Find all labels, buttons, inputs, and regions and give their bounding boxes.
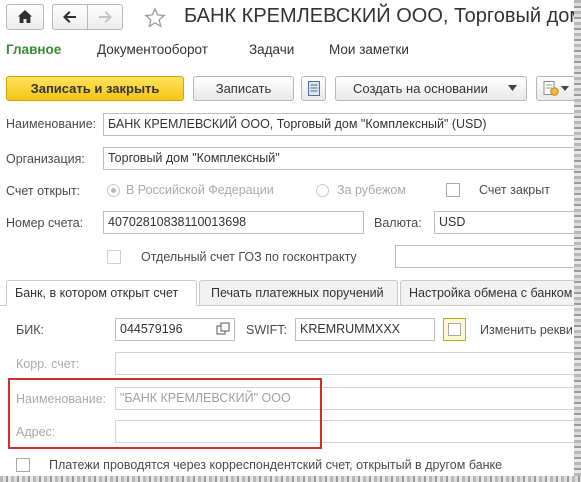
torn-edge-bottom — [0, 476, 581, 482]
home-button[interactable] — [6, 4, 44, 30]
swift-field[interactable]: KREMRUMMXXX — [295, 318, 435, 341]
list-icon — [307, 81, 320, 96]
radio-abroad[interactable] — [316, 184, 329, 197]
correspondent-account-label: Платежи проводятся через корреспондентск… — [49, 458, 503, 472]
goz-checkbox[interactable] — [107, 250, 121, 264]
menu-item-tasks[interactable]: Задачи — [249, 42, 294, 57]
form-window: БАНК КРЕМЛЕВСКИЙ ООО, Торговый дом "Комп… — [0, 0, 575, 478]
star-icon — [144, 7, 166, 28]
currency-label: Валюта: — [374, 216, 422, 230]
highlight-box — [8, 378, 322, 449]
report-icon — [543, 81, 559, 96]
currency-field[interactable]: USD — [434, 211, 575, 234]
name-label: Наименование: — [6, 117, 97, 131]
goz-contract-field[interactable] — [395, 245, 575, 268]
tab-print-orders[interactable]: Печать платежных поручений — [199, 280, 398, 306]
save-and-close-button[interactable]: Записать и закрыть — [6, 76, 184, 101]
create-based-on-button[interactable]: Создать на основании — [335, 76, 527, 101]
triangle-down-icon — [508, 85, 517, 91]
corr-account-label: Корр. счет: — [16, 357, 80, 371]
account-number-field[interactable]: 40702810838110013698 — [103, 211, 364, 234]
favorite-button[interactable] — [144, 7, 166, 32]
menu-item-main[interactable]: Главное — [6, 42, 61, 57]
account-closed-label: Счет закрыт — [479, 183, 550, 197]
organization-field[interactable]: Торговый дом "Комплексный" — [103, 147, 575, 170]
account-opened-label: Счет открыт: — [6, 184, 81, 198]
change-requisites-label: Изменить рекви — [480, 323, 573, 337]
change-requisites-checkbox[interactable] — [448, 323, 461, 336]
save-button[interactable]: Записать — [193, 76, 294, 101]
account-number-label: Номер счета: — [6, 216, 84, 230]
back-button[interactable] — [52, 4, 88, 30]
arrow-left-icon — [63, 11, 76, 23]
correspondent-account-checkbox[interactable] — [16, 458, 30, 472]
bik-open-button[interactable] — [216, 322, 230, 339]
torn-edge-right — [574, 0, 581, 482]
radio-russia[interactable] — [107, 184, 120, 197]
report-menu-button[interactable] — [536, 76, 575, 101]
account-closed-checkbox[interactable] — [446, 183, 460, 197]
menu-item-documents[interactable]: Документооборот — [97, 42, 208, 57]
swift-label: SWIFT: — [246, 323, 287, 337]
forward-button[interactable] — [87, 4, 123, 30]
goz-label: Отдельный счет ГОЗ по госконтракту — [141, 250, 357, 264]
menu-item-notes[interactable]: Мои заметки — [329, 42, 409, 57]
open-form-icon — [216, 322, 230, 335]
change-requisites-toggle[interactable] — [443, 318, 466, 341]
radio-russia-label: В Российской Федерации — [126, 183, 274, 197]
arrow-right-icon — [99, 11, 112, 23]
create-based-on-label: Создать на основании — [353, 81, 488, 96]
organization-label: Организация: — [6, 152, 85, 166]
name-field[interactable]: БАНК КРЕМЛЕВСКИЙ ООО, Торговый дом "Комп… — [103, 113, 575, 136]
corr-account-field — [115, 352, 575, 375]
tab-exchange-settings[interactable]: Настройка обмена с банком — [400, 280, 575, 306]
page-title: БАНК КРЕМЛЕВСКИЙ ООО, Торговый дом "Комп… — [184, 5, 575, 27]
tab-bank[interactable]: Банк, в котором открыт счет — [6, 280, 197, 306]
home-icon — [18, 10, 32, 23]
bik-label: БИК: — [16, 323, 44, 337]
triangle-down-icon — [561, 86, 569, 91]
radio-abroad-label: За рубежом — [337, 183, 406, 197]
list-button[interactable] — [301, 76, 326, 101]
